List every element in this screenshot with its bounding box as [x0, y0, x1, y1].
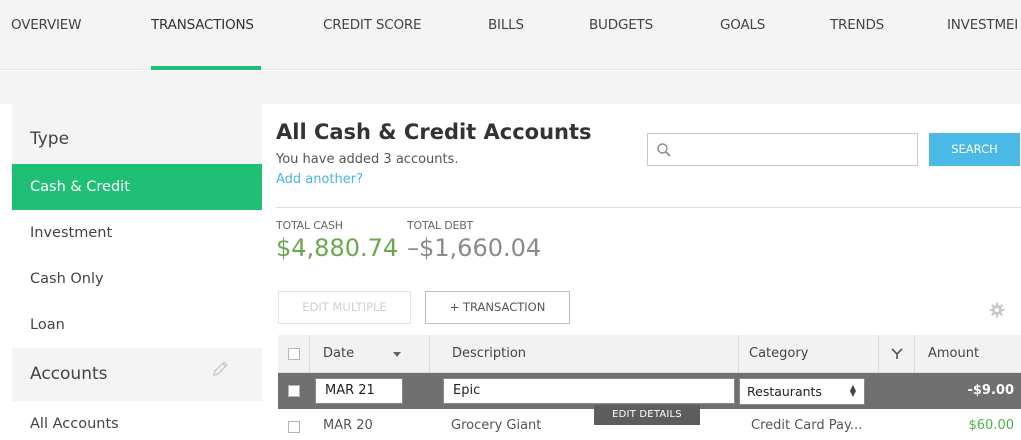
total-cash-value: $4,880.74	[276, 234, 399, 262]
search-button[interactable]: SEARCH	[929, 133, 1020, 166]
tab-bills[interactable]: BILLS	[488, 17, 524, 33]
sidebar-item-cash-credit[interactable]: Cash & Credit	[12, 164, 262, 210]
column-separator	[429, 335, 430, 373]
date-input[interactable]: MAR 21	[315, 378, 403, 404]
filter-icon[interactable]	[891, 348, 903, 360]
total-debt-label: TOTAL DEBT	[407, 219, 474, 232]
sort-down-icon[interactable]	[393, 352, 401, 357]
tab-budgets[interactable]: BUDGETS	[589, 17, 653, 33]
row-category: Credit Card Pay...	[751, 418, 863, 433]
total-debt-value: –$1,660.04	[407, 234, 542, 262]
edit-multiple-button[interactable]: EDIT MULTIPLE	[278, 291, 411, 324]
header-band	[0, 71, 1021, 104]
tab-transactions[interactable]: TRANSACTIONS	[151, 17, 254, 33]
column-header-date[interactable]: Date	[323, 335, 354, 373]
row-checkbox[interactable]	[288, 385, 300, 397]
pencil-icon[interactable]	[210, 359, 230, 379]
sidebar-item-all-accounts[interactable]: All Accounts	[12, 401, 262, 440]
updown-icon: ▲ ▼	[849, 383, 856, 398]
accounts-section-title: Accounts	[30, 364, 108, 384]
divider	[276, 207, 1021, 208]
column-separator	[878, 335, 879, 373]
column-separator	[914, 335, 915, 373]
search-field[interactable]	[647, 133, 918, 166]
row-date: MAR 20	[323, 418, 373, 433]
search-input[interactable]	[680, 134, 910, 165]
gear-icon[interactable]	[989, 302, 1005, 318]
add-transaction-button[interactable]: + TRANSACTION	[425, 291, 570, 324]
select-all-checkbox[interactable]	[288, 348, 300, 360]
accounts-count-text: You have added 3 accounts.	[276, 152, 459, 167]
sidebar-item-loan[interactable]: Loan	[12, 302, 262, 348]
tab-overview[interactable]: OVERVIEW	[11, 17, 81, 33]
tab-investments[interactable]: INVESTMEI	[947, 17, 1018, 33]
sidebar-item-investment[interactable]: Investment	[12, 210, 262, 256]
top-nav: OVERVIEW TRANSACTIONS CREDIT SCORE BILLS…	[0, 0, 1021, 70]
edit-details-button[interactable]: EDIT DETAILS	[594, 405, 700, 425]
column-header-description[interactable]: Description	[452, 335, 526, 373]
type-section-title: Type	[30, 129, 70, 149]
column-header-amount[interactable]: Amount	[928, 335, 979, 373]
table-header: Date Description Category Amount	[278, 335, 1021, 373]
tab-goals[interactable]: GOALS	[720, 17, 765, 33]
column-separator	[738, 335, 739, 373]
row-description: Grocery Giant	[451, 418, 542, 433]
category-select[interactable]: Restaurants ▲ ▼	[739, 378, 865, 405]
row-checkbox[interactable]	[288, 421, 300, 433]
row-amount: $60.00	[968, 418, 1015, 433]
add-account-link[interactable]: Add another?	[276, 172, 363, 187]
search-icon	[657, 143, 671, 157]
sidebar-item-cash-only[interactable]: Cash Only	[12, 256, 262, 302]
amount-value: -$9.00	[967, 383, 1014, 398]
page-title: All Cash & Credit Accounts	[276, 120, 592, 144]
description-input[interactable]: Epic	[443, 378, 735, 404]
column-separator	[309, 335, 310, 373]
total-cash-label: TOTAL CASH	[276, 219, 343, 232]
active-tab-indicator	[151, 66, 261, 70]
column-header-category[interactable]: Category	[749, 335, 808, 373]
tab-trends[interactable]: TRENDS	[830, 17, 884, 33]
sidebar: Type Cash & Credit Investment Cash Only …	[12, 104, 262, 440]
category-select-value: Restaurants	[747, 384, 822, 399]
tab-credit-score[interactable]: CREDIT SCORE	[323, 17, 422, 33]
